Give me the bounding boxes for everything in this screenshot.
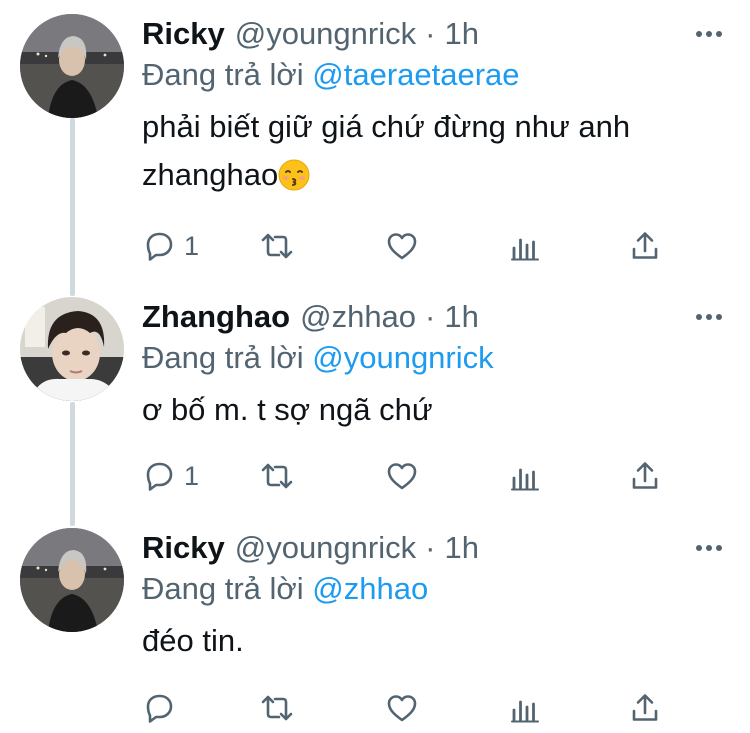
author-handle[interactable]: @youngnrick [235,528,416,568]
author-name[interactable]: Ricky [142,528,225,568]
tweet-text: ơ bố m. t sợ ngã chứ [142,386,730,434]
tweet-text-line: đéo tin. [142,623,244,658]
replying-to-handle[interactable]: @zhhao [312,571,428,606]
tweet-text-line: phải biết giữ giá chứ đừng như anh [142,109,631,144]
like-button[interactable] [385,458,419,494]
timestamp[interactable]: 1h [444,14,478,54]
more-icon[interactable] [696,24,722,44]
views-icon [508,691,542,725]
reply-icon [142,459,176,493]
heart-icon [385,459,419,493]
separator-dot: · [425,16,436,51]
reply-icon [142,691,176,725]
share-icon [628,691,662,725]
share-icon [628,229,662,263]
timestamp[interactable]: 1h [444,528,478,568]
tweet-text-line: ơ bố m. t sợ ngã chứ [142,392,433,427]
replying-prefix: Đang trả lời [142,57,304,92]
replying-to: Đang trả lời @youngnrick [142,338,730,378]
retweet-button[interactable] [260,228,294,264]
kissing-face-emoji [278,157,310,191]
share-icon [628,459,662,493]
views-icon [508,229,542,263]
author-handle[interactable]: @youngnrick [235,14,416,54]
heart-icon [385,229,419,263]
replying-prefix: Đang trả lời [142,571,304,606]
like-button[interactable] [385,690,419,726]
tweet-text: đéo tin. [142,617,730,665]
avatar[interactable] [20,297,124,401]
replying-prefix: Đang trả lời [142,340,304,375]
views-button[interactable] [508,228,542,264]
share-button[interactable] [628,458,662,494]
separator-dot: · [425,530,436,565]
reply-button[interactable]: 1 [142,228,199,264]
retweet-icon [260,691,294,725]
replying-to: Đang trả lời @taeraetaerae [142,55,730,95]
reply-count: 1 [184,460,200,491]
author-name[interactable]: Zhanghao [142,297,290,337]
views-button[interactable] [508,458,542,494]
retweet-icon [260,459,294,493]
like-button[interactable] [385,228,419,264]
views-icon [508,459,542,493]
more-icon[interactable] [696,538,722,558]
reply-button[interactable]: 1 [142,458,199,494]
tweet[interactable]: Zhanghao @zhhao · 1h Đang trả lời @young… [0,285,750,518]
replying-to-handle[interactable]: @youngnrick [312,340,493,375]
tweet[interactable]: Ricky @youngnrick · 1h Đang trả lời @tae… [0,0,750,285]
reply-count: 1 [184,230,200,261]
timestamp[interactable]: 1h [444,297,478,337]
author-handle[interactable]: @zhhao [300,297,416,337]
tweet-text-fragment: zhanghao [142,157,279,192]
replying-to: Đang trả lời @zhhao [142,569,730,609]
tweet-text-line: zhanghao [142,151,730,199]
share-button[interactable] [628,690,662,726]
views-button[interactable] [508,690,542,726]
share-button[interactable] [628,228,662,264]
reply-icon [142,229,176,263]
retweet-button[interactable] [260,458,294,494]
author-name[interactable]: Ricky [142,14,225,54]
tweet-text: phải biết giữ giá chứ đừng như anh zhang… [142,103,730,199]
separator-dot: · [425,299,436,334]
avatar[interactable] [20,528,124,632]
heart-icon [385,691,419,725]
more-icon[interactable] [696,307,722,327]
retweet-icon [260,229,294,263]
avatar[interactable] [20,14,124,118]
replying-to-handle[interactable]: @taeraetaerae [312,57,519,92]
retweet-button[interactable] [260,690,294,726]
reply-button[interactable] [142,690,184,726]
tweet[interactable]: Ricky @youngnrick · 1h Đang trả lời @zhh… [0,518,750,733]
